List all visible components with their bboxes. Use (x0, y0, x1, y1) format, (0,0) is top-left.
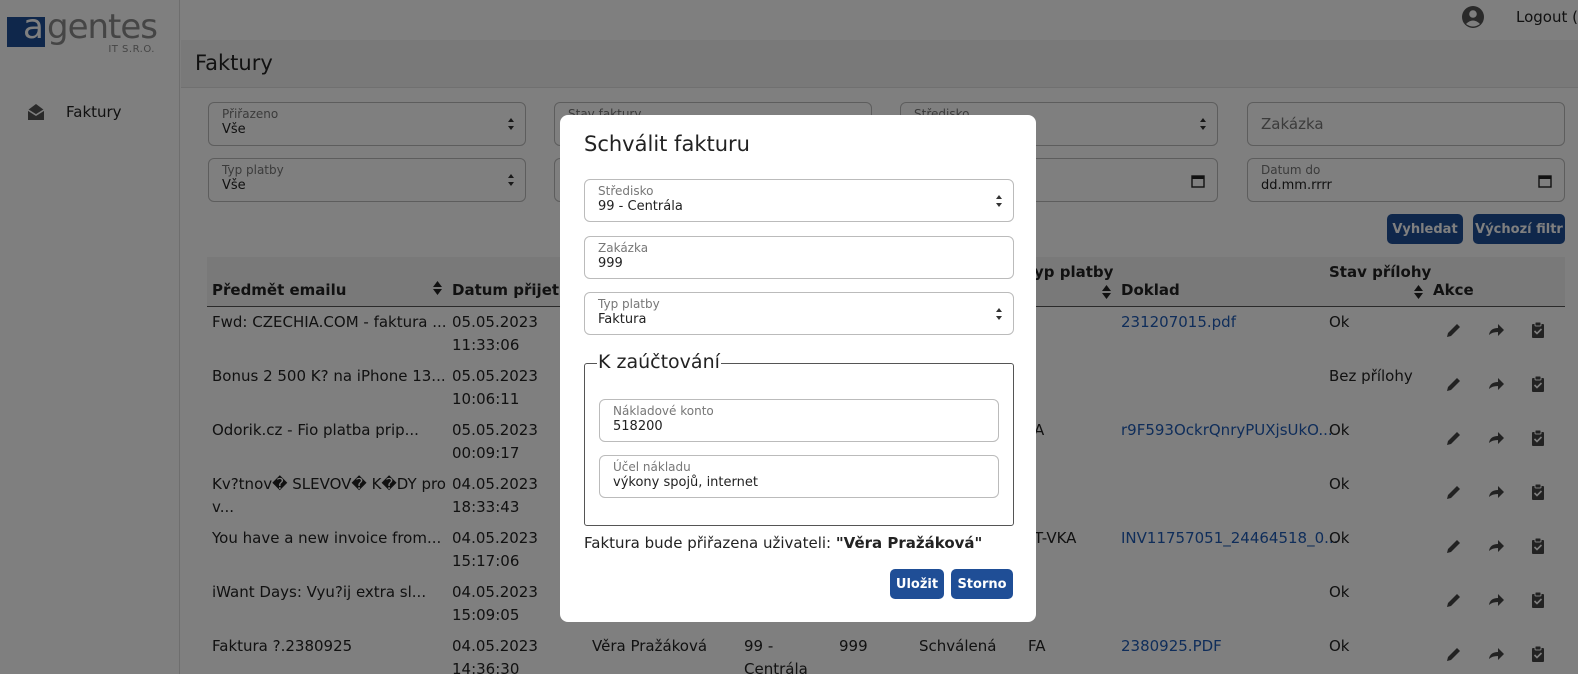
assignment-note: Faktura bude přiřazena uživateli: "Věra … (584, 534, 982, 552)
stredisko-value: 99 - Centrála (598, 199, 683, 214)
zakazka-label: Zakázka (598, 241, 649, 255)
select-arrows-icon (996, 195, 1002, 207)
ucel-nakladu-label: Účel nákladu (613, 460, 691, 474)
cancel-button[interactable]: Storno (951, 569, 1013, 599)
fieldset-legend: K zaúčtování (597, 351, 721, 373)
zakazka-input[interactable]: Zakázka 999 (584, 236, 1014, 279)
nakladove-konto-label: Nákladové konto (613, 404, 714, 418)
select-arrows-icon (996, 308, 1002, 320)
assignment-prefix: Faktura bude přiřazena uživateli: (584, 534, 836, 552)
assignment-user: "Věra Pražáková" (835, 534, 983, 552)
dialog-title: Schválit fakturu (584, 132, 750, 156)
stredisko-label: Středisko (598, 184, 654, 198)
ucel-nakladu-input[interactable]: Účel nákladu výkony spojů, internet (599, 455, 999, 498)
typ-platby-value: Faktura (598, 312, 647, 327)
stredisko-select[interactable]: Středisko 99 - Centrála (584, 179, 1014, 222)
typ-platby-label: Typ platby (598, 297, 660, 311)
save-button[interactable]: Uložit (890, 569, 944, 599)
nakladove-konto-input[interactable]: Nákladové konto 518200 (599, 399, 999, 442)
zakazka-value: 999 (598, 256, 623, 271)
accounting-fieldset: Nákladové konto 518200 Účel nákladu výko… (584, 363, 1014, 526)
ucel-nakladu-value: výkony spojů, internet (613, 475, 758, 490)
typ-platby-select[interactable]: Typ platby Faktura (584, 292, 1014, 335)
nakladove-konto-value: 518200 (613, 419, 663, 434)
approve-invoice-dialog: Schválit fakturu Středisko 99 - Centrála… (560, 115, 1036, 622)
